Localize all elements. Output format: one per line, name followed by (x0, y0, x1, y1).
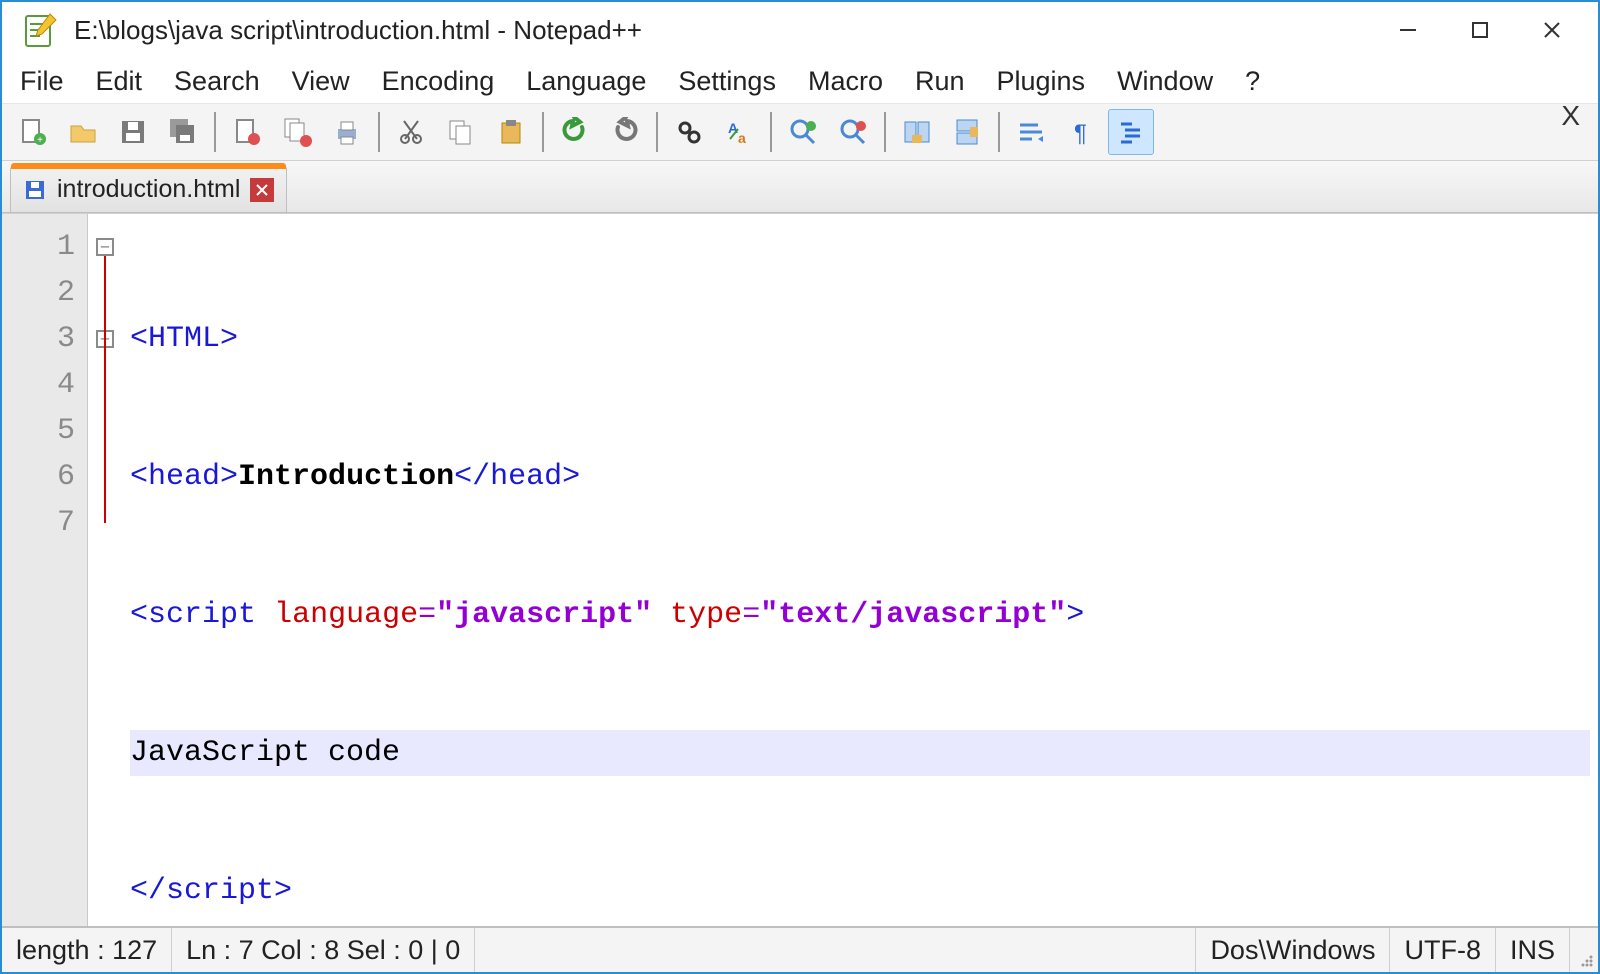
zoom-out-icon[interactable] (830, 109, 876, 155)
close-button[interactable] (1516, 7, 1588, 53)
redo-icon[interactable] (602, 109, 648, 155)
svg-text:+: + (37, 135, 43, 146)
status-spacer (475, 928, 1196, 972)
fold-toggle-icon[interactable]: − (96, 238, 114, 256)
open-file-icon[interactable] (60, 109, 106, 155)
line-number: 6 (2, 454, 87, 500)
save-icon[interactable] (110, 109, 156, 155)
line-number: 3 (2, 316, 87, 362)
menu-view[interactable]: View (288, 62, 368, 101)
menu-file[interactable]: File (16, 62, 82, 101)
find-icon[interactable] (666, 109, 712, 155)
new-file-icon[interactable]: + (10, 109, 56, 155)
line-number: 4 (2, 362, 87, 408)
toolbar-separator (998, 112, 1000, 152)
status-insert-mode[interactable]: INS (1496, 928, 1570, 972)
replace-icon[interactable]: Aa (716, 109, 762, 155)
zoom-in-icon[interactable] (780, 109, 826, 155)
menu-window[interactable]: Window (1113, 62, 1231, 101)
editor[interactable]: 1 2 3 4 5 6 7 − − <HTML> <head>Introduct… (2, 213, 1598, 926)
tab-introduction[interactable]: introduction.html (10, 166, 287, 212)
menu-language[interactable]: Language (522, 62, 664, 101)
toolbar-separator (542, 112, 544, 152)
titlebar: E:\blogs\java script\introduction.html -… (2, 2, 1598, 58)
toolbar-separator (884, 112, 886, 152)
status-position: Ln : 7 Col : 8 Sel : 0 | 0 (172, 928, 475, 972)
fold-gutter: − − (88, 214, 122, 926)
close-document-button[interactable]: X (1561, 100, 1580, 132)
line-number-gutter: 1 2 3 4 5 6 7 (2, 214, 88, 926)
close-all-icon[interactable] (274, 109, 320, 155)
line-number: 7 (2, 500, 87, 546)
undo-icon[interactable] (552, 109, 598, 155)
menu-macro[interactable]: Macro (804, 62, 901, 101)
line-number: 5 (2, 408, 87, 454)
svg-text:a: a (738, 130, 746, 146)
maximize-button[interactable] (1444, 7, 1516, 53)
menubar: File Edit Search View Encoding Language … (2, 58, 1598, 103)
menu-help[interactable]: ? (1241, 62, 1278, 101)
paste-icon[interactable] (488, 109, 534, 155)
toolbar: + Aa ¶ (2, 103, 1598, 161)
toolbar-separator (214, 112, 216, 152)
line-number: 2 (2, 270, 87, 316)
show-all-icon[interactable]: ¶ (1058, 109, 1104, 155)
tab-close-button[interactable] (250, 178, 274, 202)
menu-search[interactable]: Search (170, 62, 278, 101)
minimize-button[interactable] (1372, 7, 1444, 53)
tab-label: introduction.html (57, 175, 240, 204)
cut-icon[interactable] (388, 109, 434, 155)
menu-run[interactable]: Run (911, 62, 983, 101)
menu-plugins[interactable]: Plugins (993, 62, 1104, 101)
code-area[interactable]: <HTML> <head>Introduction</head> <script… (122, 214, 1598, 926)
app-icon (20, 10, 60, 50)
status-length: length : 127 (2, 928, 172, 972)
resize-grip-icon[interactable] (1570, 928, 1598, 972)
close-file-icon[interactable] (224, 109, 270, 155)
sync-h-icon[interactable] (944, 109, 990, 155)
menu-edit[interactable]: Edit (92, 62, 161, 101)
status-eol: Dos\Windows (1196, 928, 1390, 972)
wrap-icon[interactable] (1008, 109, 1054, 155)
print-icon[interactable] (324, 109, 370, 155)
window-title: E:\blogs\java script\introduction.html -… (74, 15, 1372, 46)
save-icon (23, 178, 47, 202)
copy-icon[interactable] (438, 109, 484, 155)
window-controls (1372, 7, 1588, 53)
save-all-icon[interactable] (160, 109, 206, 155)
toolbar-separator (378, 112, 380, 152)
status-encoding: UTF-8 (1390, 928, 1496, 972)
svg-text:¶: ¶ (1074, 120, 1087, 147)
menu-settings[interactable]: Settings (674, 62, 794, 101)
tabbar: introduction.html (2, 161, 1598, 213)
menu-encoding[interactable]: Encoding (378, 62, 513, 101)
toolbar-separator (656, 112, 658, 152)
doc-map-icon[interactable] (1108, 109, 1154, 155)
toolbar-separator (770, 112, 772, 152)
sync-v-icon[interactable] (894, 109, 940, 155)
statusbar: length : 127 Ln : 7 Col : 8 Sel : 0 | 0 … (2, 926, 1598, 972)
line-number: 1 (2, 224, 87, 270)
